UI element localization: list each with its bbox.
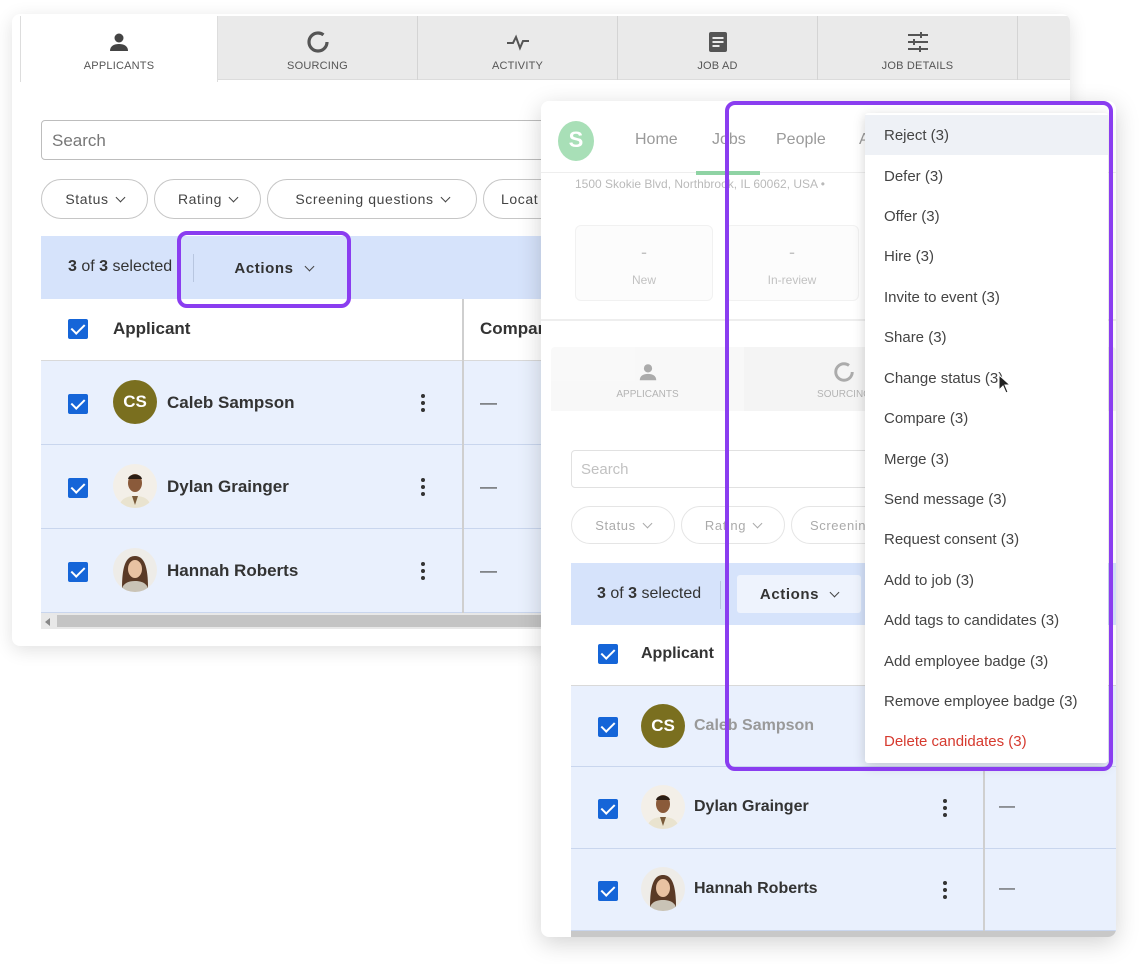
filter-label: Status bbox=[595, 517, 636, 533]
chevron-down-icon bbox=[440, 192, 451, 202]
applicant-name[interactable]: Dylan Grainger bbox=[694, 798, 809, 816]
avatar bbox=[641, 785, 685, 829]
stat-label: New bbox=[631, 273, 656, 287]
person-photo-icon bbox=[113, 548, 157, 592]
sliders-icon bbox=[907, 32, 928, 52]
actions-button-highlight bbox=[177, 231, 351, 308]
row-checkbox[interactable] bbox=[598, 799, 618, 819]
table-row[interactable]: Dylan Grainger — bbox=[571, 767, 1116, 849]
tab-applicants[interactable]: APPLICANTS bbox=[551, 347, 744, 411]
company-cell: — bbox=[480, 393, 497, 412]
row-checkbox[interactable] bbox=[598, 881, 618, 901]
column-header-applicant: Applicant bbox=[113, 319, 191, 338]
person-photo-icon bbox=[641, 785, 685, 829]
column-divider bbox=[462, 529, 464, 613]
avatar: CS bbox=[113, 380, 157, 424]
select-all-checkbox[interactable] bbox=[68, 319, 88, 339]
filter-label: Status bbox=[65, 191, 109, 207]
avatar bbox=[641, 867, 685, 911]
more-vert-icon[interactable] bbox=[942, 881, 948, 902]
nav-home[interactable]: Home bbox=[635, 131, 678, 149]
job-tabs: APPLICANTS SOURCING ACTIVITY JOB AD JOB … bbox=[20, 16, 1070, 82]
column-divider[interactable] bbox=[462, 299, 464, 361]
company-cell: — bbox=[999, 880, 1015, 897]
tab-activity[interactable]: ACTIVITY bbox=[418, 16, 618, 80]
company-cell: — bbox=[480, 477, 497, 496]
column-divider bbox=[983, 849, 985, 931]
column-header-applicant: Applicant bbox=[641, 645, 714, 662]
scroll-left-icon[interactable] bbox=[45, 618, 50, 626]
company-cell: — bbox=[480, 561, 497, 580]
row-checkbox[interactable] bbox=[68, 478, 88, 498]
avatar bbox=[113, 464, 157, 508]
applicant-name[interactable]: Caleb Sampson bbox=[167, 393, 295, 413]
more-vert-icon[interactable] bbox=[420, 478, 426, 499]
select-all-checkbox[interactable] bbox=[598, 644, 618, 664]
person-icon bbox=[110, 33, 128, 51]
stat-value: - bbox=[641, 242, 647, 262]
tab-job-details[interactable]: JOB DETAILS bbox=[818, 16, 1018, 80]
app-logo[interactable]: S bbox=[558, 121, 594, 161]
tab-label: SOURCING bbox=[287, 60, 348, 72]
applicant-name[interactable]: Hannah Roberts bbox=[167, 561, 298, 581]
more-vert-icon[interactable] bbox=[420, 562, 426, 583]
person-icon bbox=[639, 364, 656, 381]
avatar: CS bbox=[641, 704, 685, 748]
tab-sourcing[interactable]: SOURCING bbox=[218, 16, 418, 80]
column-divider bbox=[983, 767, 985, 849]
tab-label: ACTIVITY bbox=[491, 60, 544, 72]
tab-label: JOB DETAILS bbox=[881, 60, 954, 72]
selection-count: 3 of 3 selected bbox=[597, 585, 702, 602]
row-checkbox[interactable] bbox=[598, 717, 618, 737]
ring-icon bbox=[306, 31, 329, 53]
tab-label: APPLICANTS bbox=[616, 389, 679, 400]
filter-status[interactable]: Status bbox=[571, 506, 675, 544]
column-divider bbox=[462, 445, 464, 529]
more-vert-icon[interactable] bbox=[942, 799, 948, 820]
tab-label: JOB AD bbox=[697, 60, 738, 72]
row-checkbox[interactable] bbox=[68, 394, 88, 414]
filter-rating[interactable]: Rating bbox=[154, 179, 261, 219]
tab-job-ad[interactable]: JOB AD bbox=[618, 16, 818, 80]
column-header-company: Compan bbox=[480, 319, 548, 338]
avatar bbox=[113, 548, 157, 592]
selection-count: 3 of 3 selected bbox=[68, 258, 173, 275]
horizontal-scrollbar[interactable] bbox=[571, 931, 1116, 937]
more-vert-icon[interactable] bbox=[420, 394, 426, 415]
pulse-icon bbox=[506, 34, 529, 51]
tab-label: APPLICANTS bbox=[83, 60, 155, 72]
column-divider bbox=[462, 361, 464, 445]
table-row[interactable]: Hannah Roberts — bbox=[571, 849, 1116, 931]
company-cell: — bbox=[999, 798, 1015, 815]
divider bbox=[720, 581, 721, 609]
actions-menu-highlight bbox=[725, 101, 1113, 771]
row-checkbox[interactable] bbox=[68, 562, 88, 582]
person-photo-icon bbox=[113, 464, 157, 508]
stat-card-new[interactable]: - New bbox=[575, 225, 713, 301]
chevron-down-icon bbox=[228, 192, 239, 202]
applicant-name[interactable]: Hannah Roberts bbox=[694, 880, 818, 898]
filter-label: Rating bbox=[177, 191, 223, 207]
document-icon bbox=[708, 32, 727, 52]
person-photo-icon bbox=[641, 867, 685, 911]
chevron-down-icon bbox=[642, 518, 653, 528]
tab-applicants[interactable]: APPLICANTS bbox=[20, 16, 218, 82]
filter-status[interactable]: Status bbox=[41, 179, 148, 219]
filter-label: Screening questions bbox=[295, 191, 434, 207]
filter-label: Locat bbox=[501, 191, 539, 207]
chevron-down-icon bbox=[115, 192, 126, 202]
filter-screening-questions[interactable]: Screening questions bbox=[267, 179, 477, 219]
search-input[interactable]: Search bbox=[41, 120, 561, 160]
applicant-name[interactable]: Dylan Grainger bbox=[167, 477, 289, 497]
